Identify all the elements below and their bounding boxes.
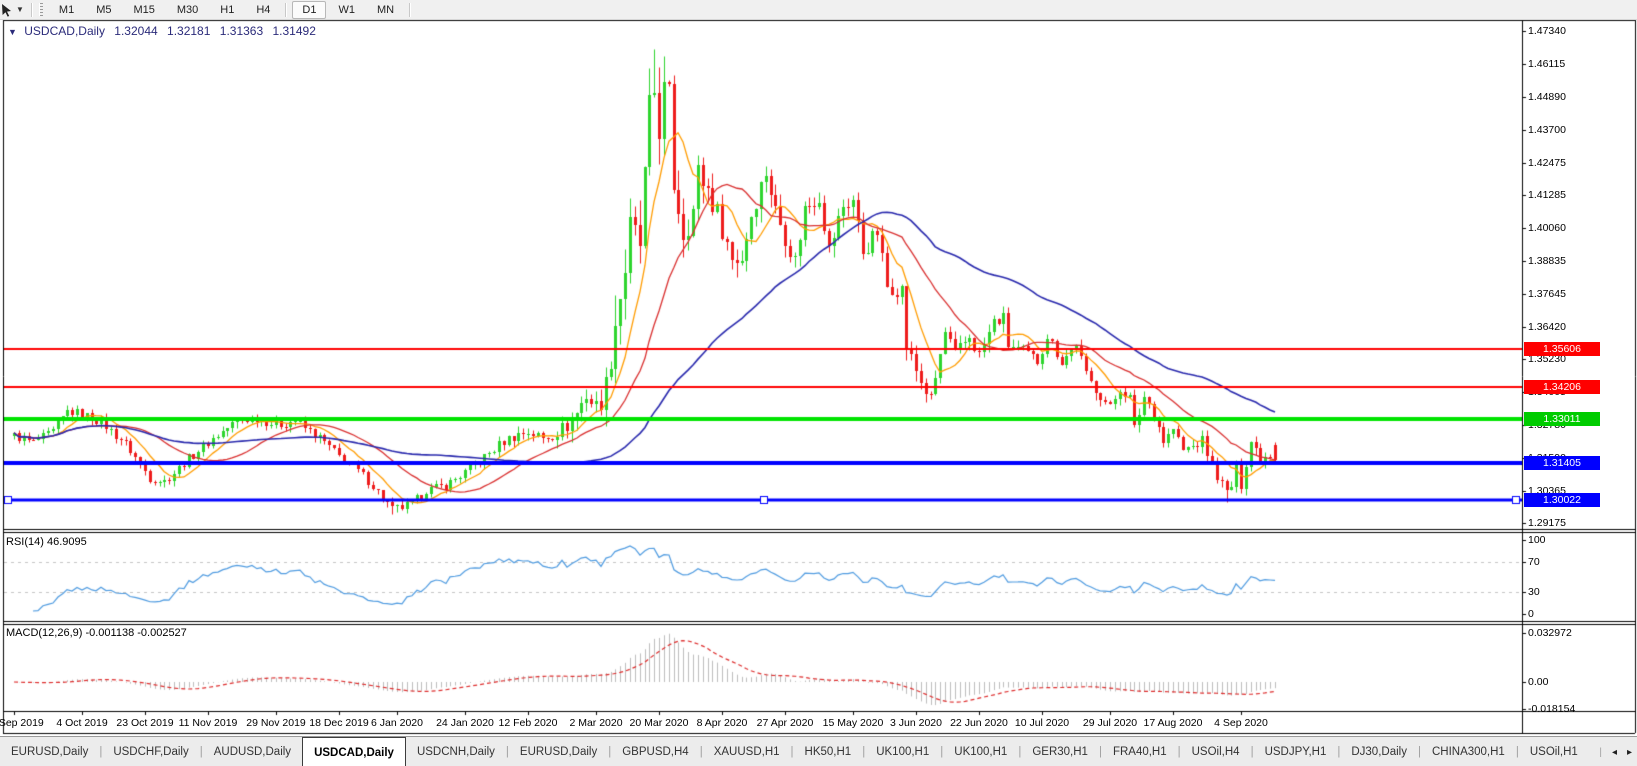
price-line-badge: 1.35606 <box>1524 342 1600 356</box>
tab-audusd-daily[interactable]: AUDUSD,Daily <box>203 737 302 766</box>
toolbar-separator <box>409 3 411 17</box>
cursor-tool-icon[interactable] <box>0 3 14 17</box>
price-axis-label: 1.47340 <box>1528 25 1566 37</box>
tab-gbpusd-h4[interactable]: GBPUSD,H4 <box>611 737 699 766</box>
price-axis-label: 1.43700 <box>1528 124 1566 136</box>
timeframe-button-m30[interactable]: M30 <box>167 1 208 19</box>
tab-hk50-h1[interactable]: HK50,H1 <box>794 737 863 766</box>
date-axis-label: 18 Dec 2019 <box>309 717 369 729</box>
dropdown-caret-icon[interactable]: ▼ <box>16 5 24 14</box>
tab-usoil-h1[interactable]: USOil,H1 <box>1519 737 1589 766</box>
price-axis-label: 1.41285 <box>1528 189 1566 201</box>
date-axis-label: 3 Jun 2020 <box>890 717 942 729</box>
tab-eurusd-daily[interactable]: EURUSD,Daily <box>509 737 608 766</box>
timeframe-button-mn[interactable]: MN <box>367 1 404 19</box>
date-axis-label: 10 Jul 2020 <box>1015 717 1069 729</box>
toolbar-drag-handle[interactable] <box>39 3 43 16</box>
tab-ger30-h1[interactable]: GER30,H1 <box>1021 737 1099 766</box>
tab-usdjpy-h1[interactable]: USDJPY,H1 <box>1254 737 1338 766</box>
date-axis-label: 11 Nov 2019 <box>179 717 238 729</box>
date-axis-label: 6 Jan 2020 <box>371 717 423 729</box>
date-axis-label: 22 Jun 2020 <box>950 717 1008 729</box>
tab-usdcad-daily[interactable]: USDCAD,Daily <box>302 737 406 766</box>
tab-eurusd-daily[interactable]: EURUSD,Daily <box>0 737 99 766</box>
price-line-badge: 1.30022 <box>1524 493 1600 507</box>
timeframe-button-h1[interactable]: H1 <box>210 1 244 19</box>
toolbar-separator <box>285 3 287 17</box>
price-axis-label: 1.37645 <box>1528 288 1566 300</box>
date-axis-label: 8 Apr 2020 <box>697 717 748 729</box>
date-axis-label: 27 Apr 2020 <box>757 717 814 729</box>
tab-china300-h1[interactable]: CHINA300,H1 <box>1421 737 1516 766</box>
macd-axis-label: -0.018154 <box>1528 703 1575 715</box>
price-axis-label: 1.38835 <box>1528 255 1566 267</box>
timeframe-buttons: M1M5M15M30H1H4 D1W1MN <box>48 1 415 19</box>
rsi-axis-label: 70 <box>1528 556 1540 568</box>
price-axis-label: 1.29175 <box>1528 517 1566 529</box>
tab-usdcnh-daily[interactable]: USDCNH,Daily <box>406 737 506 766</box>
chart-tabs: EURUSD,Daily|USDCHF,Daily|AUDUSD,DailyUS… <box>0 737 1589 766</box>
timeframe-button-h4[interactable]: H4 <box>246 1 280 19</box>
rsi-axis-label: 30 <box>1528 586 1540 598</box>
tab-xauusd-h1[interactable]: XAUUSD,H1 <box>703 737 791 766</box>
price-axis-label: 1.46115 <box>1528 58 1565 70</box>
date-axis-label: 29 Jul 2020 <box>1083 717 1137 729</box>
timeframe-button-w1[interactable]: W1 <box>328 1 365 19</box>
rsi-axis-label: 0 <box>1528 608 1534 620</box>
tab-uk100-h1[interactable]: UK100,H1 <box>943 737 1018 766</box>
price-axis-label: 1.40060 <box>1528 222 1566 234</box>
price-axis-label: 1.36420 <box>1528 321 1566 333</box>
date-axis-label: 4 Sep 2020 <box>1214 717 1268 729</box>
tab-dj30-daily[interactable]: DJ30,Daily <box>1340 737 1418 766</box>
tab-scroll-separator: | <box>1599 747 1602 758</box>
chart-canvas[interactable] <box>0 0 1637 766</box>
date-axis-label: 4 Oct 2019 <box>56 717 107 729</box>
mt4-window: ▼ M1M5M15M30H1H4 D1W1MN ▼ USDCAD,Daily 1.… <box>0 0 1637 766</box>
tab-usoil-h4[interactable]: USOil,H4 <box>1181 737 1251 766</box>
macd-axis-label: 0.00 <box>1528 676 1548 688</box>
toolbar-separator <box>31 3 33 17</box>
price-axis-label: 1.42475 <box>1528 157 1566 169</box>
rsi-axis-label: 100 <box>1528 534 1546 546</box>
tab-usdchf-daily[interactable]: USDCHF,Daily <box>102 737 199 766</box>
tab-uk100-h1[interactable]: UK100,H1 <box>865 737 940 766</box>
macd-axis-label: 0.032972 <box>1528 627 1572 639</box>
date-axis-label: 24 Jan 2020 <box>436 717 494 729</box>
price-line-badge: 1.31405 <box>1524 456 1600 470</box>
price-line-badge: 1.34206 <box>1524 380 1600 394</box>
tab-fra40-h1[interactable]: FRA40,H1 <box>1102 737 1178 766</box>
date-axis-label: 2 Mar 2020 <box>569 717 622 729</box>
chart-tab-bar: EURUSD,Daily|USDCHF,Daily|AUDUSD,DailyUS… <box>0 736 1637 766</box>
date-axis-label: 17 Aug 2020 <box>1144 717 1203 729</box>
price-axis-label: 1.44890 <box>1528 91 1566 103</box>
price-line-badge: 1.33011 <box>1524 412 1600 426</box>
tab-scroll-left-icon[interactable]: ◂ <box>1612 747 1617 758</box>
date-axis-label: 15 May 2020 <box>823 717 884 729</box>
timeframe-button-m15[interactable]: M15 <box>123 1 164 19</box>
date-axis-label: 12 Feb 2020 <box>499 717 558 729</box>
date-axis-label: 20 Mar 2020 <box>630 717 689 729</box>
date-axis-label: 23 Oct 2019 <box>116 717 173 729</box>
timeframe-button-m1[interactable]: M1 <box>49 1 84 19</box>
timeframe-toolbar: ▼ M1M5M15M30H1H4 D1W1MN <box>0 0 1637 20</box>
date-axis-label: 16 Sep 2019 <box>0 717 44 729</box>
timeframe-button-m5[interactable]: M5 <box>86 1 121 19</box>
tab-scroll-right-icon[interactable]: ▸ <box>1627 747 1632 758</box>
timeframe-button-d1[interactable]: D1 <box>292 1 326 19</box>
date-axis-label: 29 Nov 2019 <box>246 717 306 729</box>
